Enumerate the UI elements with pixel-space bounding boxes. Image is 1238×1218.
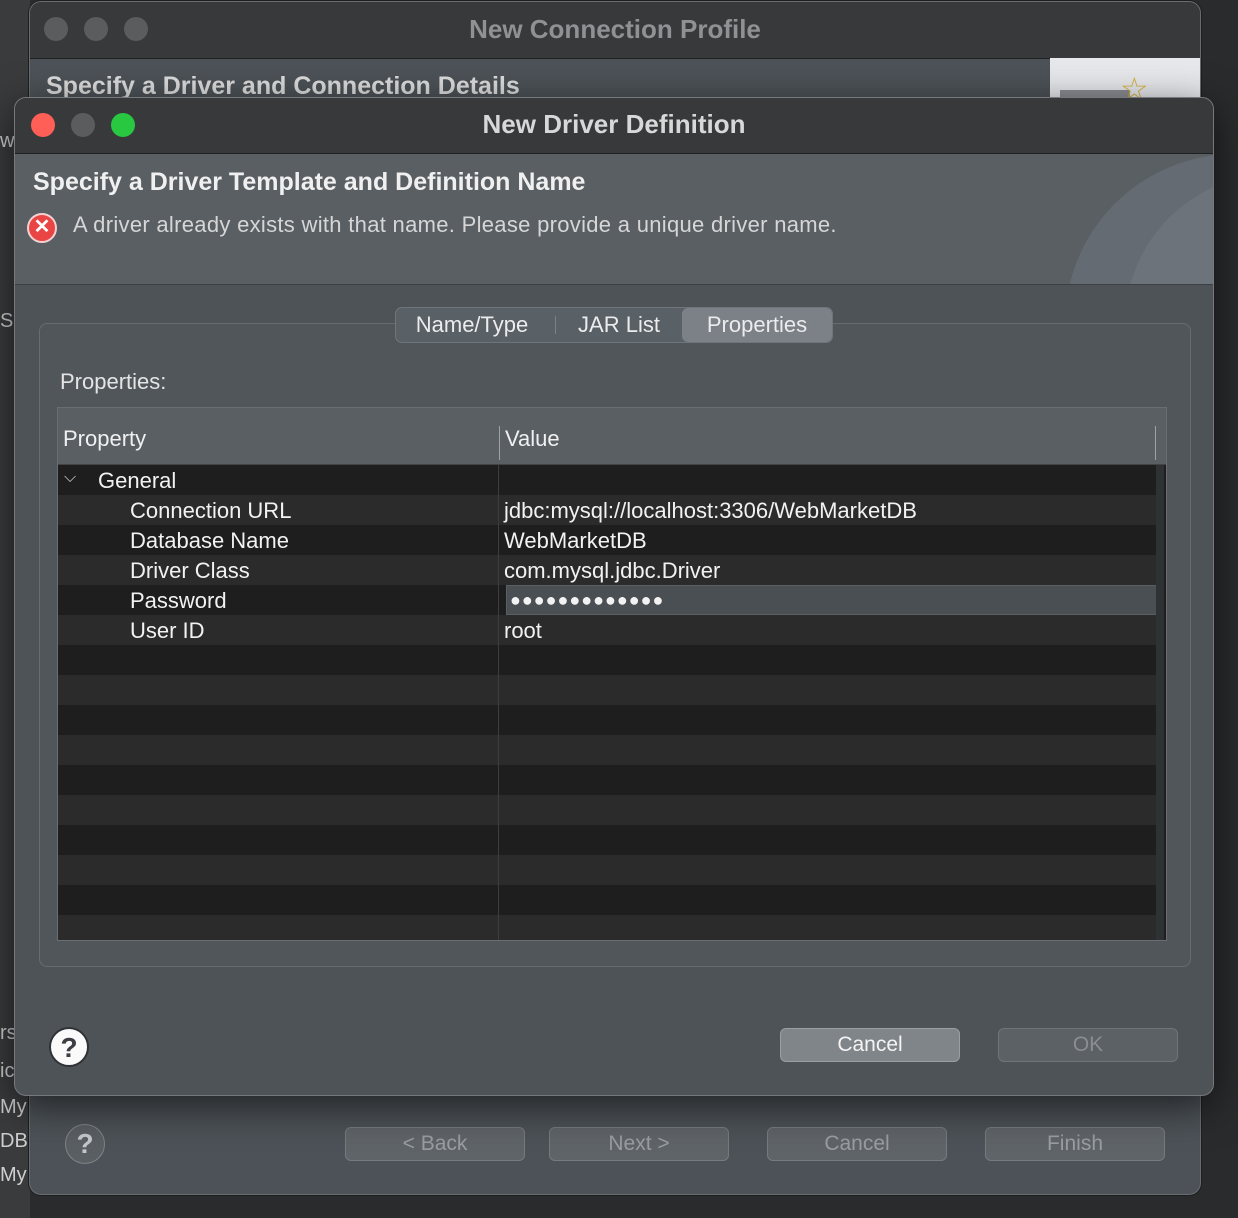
edge-text: ic — [0, 1060, 15, 1082]
property-name: Driver Class — [130, 558, 250, 583]
error-message: A driver already exists with that name. … — [73, 212, 837, 237]
properties-table[interactable]: Property Value ⌵ General Connection URL … — [57, 407, 1167, 941]
empty-row — [58, 765, 1156, 795]
property-value[interactable]: com.mysql.jdbc.Driver — [504, 558, 720, 584]
property-name: User ID — [130, 618, 205, 643]
column-header-property[interactable]: Property — [63, 426, 146, 452]
next-button[interactable]: Next > — [549, 1127, 729, 1161]
table-row[interactable]: Driver Class com.mysql.jdbc.Driver — [58, 555, 1156, 585]
dialog-titlebar: New Driver Definition — [15, 98, 1213, 154]
dialog-body: Name/Type JAR List Properties Properties… — [15, 285, 1213, 1095]
empty-row — [58, 885, 1156, 915]
empty-row — [58, 825, 1156, 855]
vertical-scrollbar[interactable] — [1156, 465, 1164, 940]
edge-text: S — [0, 310, 14, 332]
back-button[interactable]: < Back — [345, 1127, 525, 1161]
column-separator — [499, 426, 500, 460]
table-row[interactable]: Password ●●●●●●●●●●●●● — [58, 585, 1158, 615]
property-value[interactable]: WebMarketDB — [504, 528, 647, 554]
chevron-down-icon[interactable]: ⌵ — [64, 469, 76, 487]
property-name: Connection URL — [130, 498, 292, 523]
group-label: General — [98, 468, 177, 493]
finish-button[interactable]: Finish — [985, 1127, 1165, 1161]
edge-text: w — [0, 130, 15, 152]
property-name: Database Name — [130, 528, 289, 553]
column-separator — [1155, 426, 1156, 460]
table-header: Property Value — [58, 408, 1166, 465]
password-value[interactable]: ●●●●●●●●●●●●● — [510, 590, 664, 611]
new-driver-definition-dialog: New Driver Definition Specify a Driver T… — [14, 97, 1214, 1096]
empty-row — [58, 795, 1156, 825]
empty-row — [58, 735, 1156, 765]
column-header-value[interactable]: Value — [505, 426, 560, 452]
dialog-title: New Driver Definition — [482, 109, 746, 139]
column-divider — [498, 465, 499, 940]
properties-panel: Properties: Property Value ⌵ General Con… — [39, 323, 1191, 967]
cancel-button[interactable]: Cancel — [780, 1028, 960, 1062]
tab-properties[interactable]: Properties — [682, 308, 832, 342]
dialog-heading: Specify a Driver Template and Definition… — [33, 168, 586, 196]
edge-text: My — [0, 1096, 27, 1118]
error-icon: ✕ — [27, 213, 57, 243]
tab-bar: Name/Type JAR List Properties — [395, 307, 833, 343]
back-help-icon[interactable]: ? — [65, 1124, 105, 1164]
tab-jar-list[interactable]: JAR List — [556, 308, 682, 342]
table-row[interactable]: Connection URL jdbc:mysql://localhost:33… — [58, 495, 1156, 525]
back-cancel-button[interactable]: Cancel — [767, 1127, 947, 1161]
table-row[interactable]: User ID root — [58, 615, 1156, 645]
tree-row-general[interactable]: ⌵ General — [58, 465, 1156, 495]
properties-label: Properties: — [60, 369, 167, 394]
edge-text: My — [0, 1164, 27, 1186]
property-name: Password — [130, 588, 227, 613]
empty-row — [58, 645, 1156, 675]
empty-row — [58, 855, 1156, 885]
property-value[interactable]: jdbc:mysql://localhost:3306/WebMarketDB — [504, 498, 917, 524]
back-window-title: New Connection Profile — [469, 14, 761, 44]
property-value[interactable]: root — [504, 618, 542, 644]
table-row[interactable]: Database Name WebMarketDB — [58, 525, 1156, 555]
edge-text: DB — [0, 1130, 28, 1152]
table-body: ⌵ General Connection URL jdbc:mysql://lo… — [58, 465, 1158, 940]
ok-button[interactable]: OK — [998, 1028, 1178, 1062]
dialog-header: Specify a Driver Template and Definition… — [15, 154, 1213, 285]
help-icon[interactable]: ? — [49, 1027, 89, 1067]
empty-row — [58, 915, 1156, 940]
empty-row — [58, 705, 1156, 735]
back-window-titlebar: New Connection Profile — [30, 2, 1200, 59]
empty-row — [58, 675, 1156, 705]
tab-name-type[interactable]: Name/Type — [396, 308, 548, 342]
